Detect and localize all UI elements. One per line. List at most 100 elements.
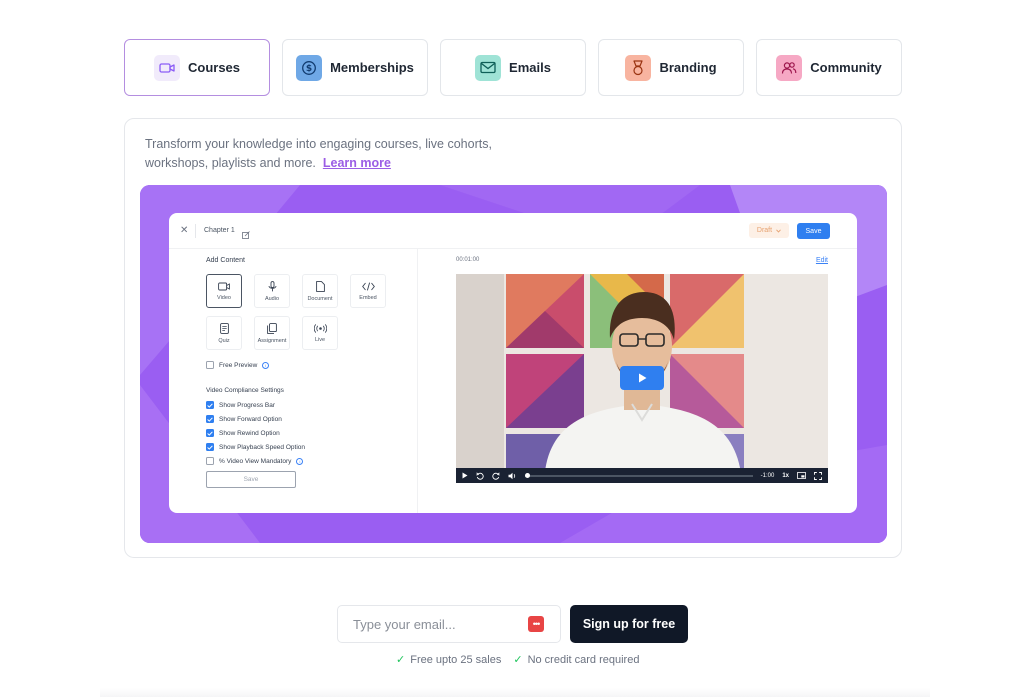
option-label: Show Rewind Option [219, 429, 280, 437]
mail-icon [475, 54, 502, 81]
tab-community[interactable]: Community [756, 39, 902, 96]
info-icon[interactable]: i [296, 457, 304, 465]
compliance-option[interactable]: Show Forward Option [206, 415, 282, 423]
checkbox-checked[interactable] [206, 429, 214, 437]
tab-label: Courses [187, 60, 241, 75]
feature-tabs: Courses $ Memberships Emails Branding Co… [124, 39, 902, 96]
microphone-icon [268, 280, 276, 291]
video-camera-icon [153, 54, 180, 81]
learn-more-link[interactable]: Learn more [323, 156, 391, 170]
description-text: Transform your knowledge into engaging c… [145, 137, 492, 170]
video-controls: -1:00 1x [456, 468, 828, 483]
close-icon[interactable]: ✕ [180, 225, 188, 236]
medal-icon [625, 54, 652, 81]
edit-title-icon[interactable] [242, 226, 250, 244]
save-button[interactable]: Save [797, 223, 830, 239]
add-content-title: Add Content [206, 257, 245, 264]
option-label: Show Progress Bar [219, 401, 275, 409]
tab-emails[interactable]: Emails [440, 39, 586, 96]
status-dropdown[interactable]: Draft [749, 223, 789, 238]
svg-text:$: $ [306, 64, 312, 74]
checkmark-icon [207, 402, 213, 408]
chevron-down-icon [776, 228, 781, 233]
checkbox-checked[interactable] [206, 415, 214, 423]
video-icon [218, 282, 230, 290]
tab-label: Branding [659, 60, 717, 75]
checkbox-checked[interactable] [206, 401, 214, 409]
email-input[interactable] [353, 616, 523, 632]
picture-in-picture-icon[interactable] [797, 472, 806, 479]
compliance-option[interactable]: % Video View Mandatory i [206, 457, 304, 465]
perk-item: ✓ Free upto 25 sales [396, 653, 502, 667]
status-label: Draft [756, 227, 773, 234]
option-label: % Video View Mandatory [219, 457, 292, 465]
progress-handle[interactable] [525, 472, 530, 478]
tile-label: Audio [264, 295, 280, 302]
perk-label: Free upto 25 sales [410, 653, 502, 666]
content-type-assignment[interactable]: Assignment [254, 316, 290, 350]
email-field[interactable]: ••• [337, 605, 561, 643]
info-icon[interactable]: i [262, 361, 270, 369]
playback-speed[interactable]: 1x [782, 473, 789, 479]
tile-label: Embed [359, 294, 377, 301]
content-type-quiz[interactable]: Quiz [206, 316, 242, 350]
signup-button[interactable]: Sign up for free [570, 605, 688, 643]
free-preview-option[interactable]: Free Preview i [206, 361, 270, 369]
assignment-icon [267, 322, 277, 334]
code-icon [361, 281, 375, 291]
broadcast-icon [313, 323, 327, 333]
tile-label: Video [217, 294, 231, 301]
signup-perks: ✓ Free upto 25 sales ✓ No credit card re… [396, 653, 640, 667]
checkbox-checked[interactable] [206, 443, 214, 451]
progress-bar[interactable] [525, 472, 753, 478]
password-manager-icon[interactable]: ••• [528, 616, 544, 632]
tab-label: Community [810, 60, 882, 75]
content-type-document[interactable]: Document [302, 274, 338, 308]
free-preview-checkbox[interactable] [206, 361, 214, 369]
free-preview-label: Free Preview [219, 361, 258, 369]
video-player[interactable]: -1:00 1x [456, 274, 828, 483]
chapter-title: Chapter 1 [204, 227, 235, 234]
video-timestamp: 00:01:00 [456, 257, 480, 263]
quiz-icon [219, 322, 229, 334]
dollar-coin-icon: $ [296, 54, 323, 81]
tile-label: Quiz [218, 337, 230, 344]
perk-label: No credit card required [527, 653, 640, 666]
checkmark-icon [207, 444, 213, 450]
feature-description: Transform your knowledge into engaging c… [145, 135, 525, 172]
option-label: Show Playback Speed Option [219, 443, 305, 451]
content-type-video[interactable]: Video [206, 274, 242, 308]
compliance-option[interactable]: Show Rewind Option [206, 429, 280, 437]
tile-label: Live [314, 336, 326, 343]
play-small-icon[interactable] [462, 472, 468, 479]
check-icon: ✓ [396, 654, 406, 666]
tab-label: Emails [509, 60, 551, 75]
content-settings: Add Content Video Audio Document Embed Q… [206, 257, 406, 488]
rewind-icon[interactable] [476, 471, 484, 480]
preview-panel: ✕ Chapter 1 Draft Save Add Content Video… [140, 185, 887, 543]
panel-divider [417, 249, 418, 513]
content-type-audio[interactable]: Audio [254, 274, 290, 308]
tab-courses[interactable]: Courses [124, 39, 270, 96]
content-type-live[interactable]: Live [302, 316, 338, 350]
compliance-title: Video Compliance Settings [206, 387, 284, 394]
content-type-embed[interactable]: Embed [350, 274, 386, 308]
perk-item: ✓ No credit card required [513, 653, 640, 667]
course-editor-window: ✕ Chapter 1 Draft Save Add Content Video… [169, 213, 857, 513]
fullscreen-icon[interactable] [814, 471, 822, 480]
volume-icon[interactable] [508, 472, 517, 480]
compliance-option[interactable]: Show Playback Speed Option [206, 443, 305, 451]
compliance-option[interactable]: Show Progress Bar [206, 401, 275, 409]
play-icon [638, 373, 646, 383]
edit-video-link[interactable]: Edit [816, 257, 828, 264]
forward-icon[interactable] [492, 471, 500, 480]
checkmark-icon [207, 430, 213, 436]
document-icon [315, 280, 325, 292]
tab-branding[interactable]: Branding [598, 39, 744, 96]
check-icon: ✓ [513, 654, 523, 666]
settings-save-button[interactable]: Save [206, 471, 296, 488]
tab-memberships[interactable]: $ Memberships [282, 39, 428, 96]
play-button[interactable] [620, 366, 664, 390]
checkbox-unchecked[interactable] [206, 457, 214, 465]
feature-card: Transform your knowledge into engaging c… [124, 118, 902, 558]
